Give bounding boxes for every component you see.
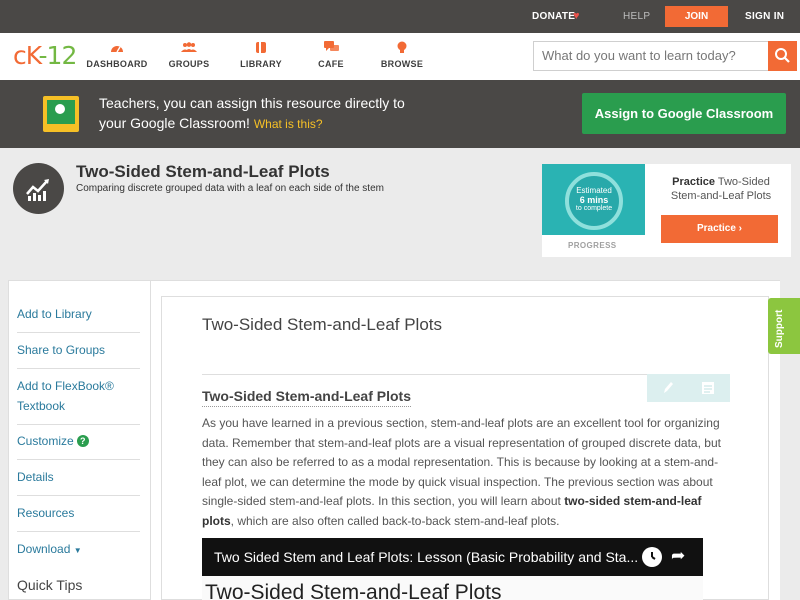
concept-subtitle: Comparing discrete grouped data with a l… [76,183,384,194]
customize-label: Customize [17,434,74,448]
progress-panel: Estimated 6 mins to complete PROGRESS [542,164,645,257]
sidebar-customize[interactable]: Customize? [17,431,140,451]
what-is-this-link[interactable]: What is this? [254,117,323,131]
sidebar-add-to-flexbook[interactable]: Add to FlexBook® Textbook [17,376,140,416]
concept-title: Two-Sided Stem-and-Leaf Plots [76,162,330,181]
heart-icon: ♥ [573,10,580,22]
video-title[interactable]: Two Sided Stem and Leaf Plots: Lesson (B… [214,549,638,565]
help-icon[interactable]: ? [76,435,89,447]
lesson-title: Two-Sided Stem-and-Leaf Plots [202,315,443,334]
banner-line-1: Teachers, you can assign this resource d… [99,95,405,111]
nav-browse-label: BROWSE [380,59,424,69]
donate-link[interactable]: DONATE [532,11,575,22]
search-button[interactable] [768,41,797,71]
google-classroom-icon [43,96,79,132]
search-icon [775,48,790,63]
nav-dashboard-label: DASHBOARD [86,59,148,69]
estimated-time-badge: Estimated 6 mins to complete [565,172,623,230]
lesson-paragraph: As you have learned in a previous sectio… [202,414,727,531]
video-player[interactable]: Two Sided Stem and Leaf Plots: Lesson (B… [202,538,703,600]
support-label: Support [774,309,785,348]
book-icon [226,41,296,56]
sidebar-share-to-groups[interactable]: Share to Groups [17,340,140,360]
sidebar: Add to Library Share to Groups Add to Fl… [8,280,151,600]
section-heading: Two-Sided Stem-and-Leaf Plots [202,388,411,407]
practice-title-bold: Practice [672,176,715,188]
sign-in-link[interactable]: SIGN IN [745,11,784,22]
practice-button-label: Practice [696,223,736,234]
notes-icon[interactable] [701,381,715,395]
logo-12: -12 [38,41,78,70]
concept-chart-icon [13,163,64,214]
practice-title: Practice Two-Sided Stem-and-Leaf Plots [657,175,785,203]
people-icon [154,41,224,56]
bulb-icon [367,41,437,56]
video-frame-title: Two-Sided Stem-and-Leaf Plots [205,581,502,600]
nav-groups-label: GROUPS [168,59,210,69]
paragraph-text-end: , which are also often called back-to-ba… [230,513,560,528]
join-button[interactable]: JOIN [665,6,728,27]
sidebar-resources[interactable]: Resources [17,503,140,523]
search-box [533,41,797,71]
banner-message: Teachers, you can assign this resource d… [99,93,405,134]
nav-cafe-label: CAFE [318,59,344,69]
share-icon[interactable]: ➦ [671,546,685,566]
banner-line-2: your Google Classroom! [99,115,250,131]
practice-button[interactable]: Practice › [661,215,778,243]
download-label: Download [17,542,71,556]
caret-down-icon: ▼ [73,546,82,555]
sidebar-add-to-library[interactable]: Add to Library [17,304,140,324]
video-frame: Two-Sided Stem-and-Leaf Plots [202,576,703,600]
assign-google-classroom-button[interactable]: Assign to Google Classroom [582,93,786,134]
nav-browse[interactable]: BROWSE [367,41,437,69]
nav-library-label: LIBRARY [240,59,282,69]
top-bar: DONATE ♥ HELP JOIN SIGN IN [0,0,800,33]
progress-label: PROGRESS [568,241,617,250]
watch-later-icon[interactable] [642,547,662,567]
sidebar-download[interactable]: Download ▼ [17,539,140,561]
chevron-right-icon: › [738,223,743,234]
content-tools [647,374,730,402]
flexbook-label-2: Textbook [17,399,66,413]
nav-groups[interactable]: GROUPS [154,41,224,69]
pencil-icon[interactable] [661,380,675,396]
nav-cafe[interactable]: CAFE [296,41,366,69]
ck12-logo[interactable]: cK-12 [13,41,78,70]
to-complete-label: to complete [575,205,613,212]
logo-ck: cK [13,41,39,70]
practice-card: Estimated 6 mins to complete PROGRESS Pr… [542,164,791,257]
nav-library[interactable]: LIBRARY [226,41,296,69]
chat-icon [296,41,366,56]
help-link[interactable]: HELP [623,11,650,22]
flexbook-label-1: Add to FlexBook® [17,379,114,393]
quick-tips-heading: Quick Tips [17,577,83,593]
support-tab[interactable]: Support [768,298,800,354]
nav-dashboard[interactable]: DASHBOARD [82,41,152,69]
main-nav: cK-12 DASHBOARD GROUPS LIBRARY CAFE BROW… [0,33,800,80]
google-classroom-banner: Teachers, you can assign this resource d… [0,80,800,148]
gauge-icon [82,41,152,56]
search-input[interactable] [542,48,762,63]
estimated-mins: 6 mins [579,195,609,205]
estimated-label: Estimated [576,186,612,195]
sidebar-details[interactable]: Details [17,467,140,487]
